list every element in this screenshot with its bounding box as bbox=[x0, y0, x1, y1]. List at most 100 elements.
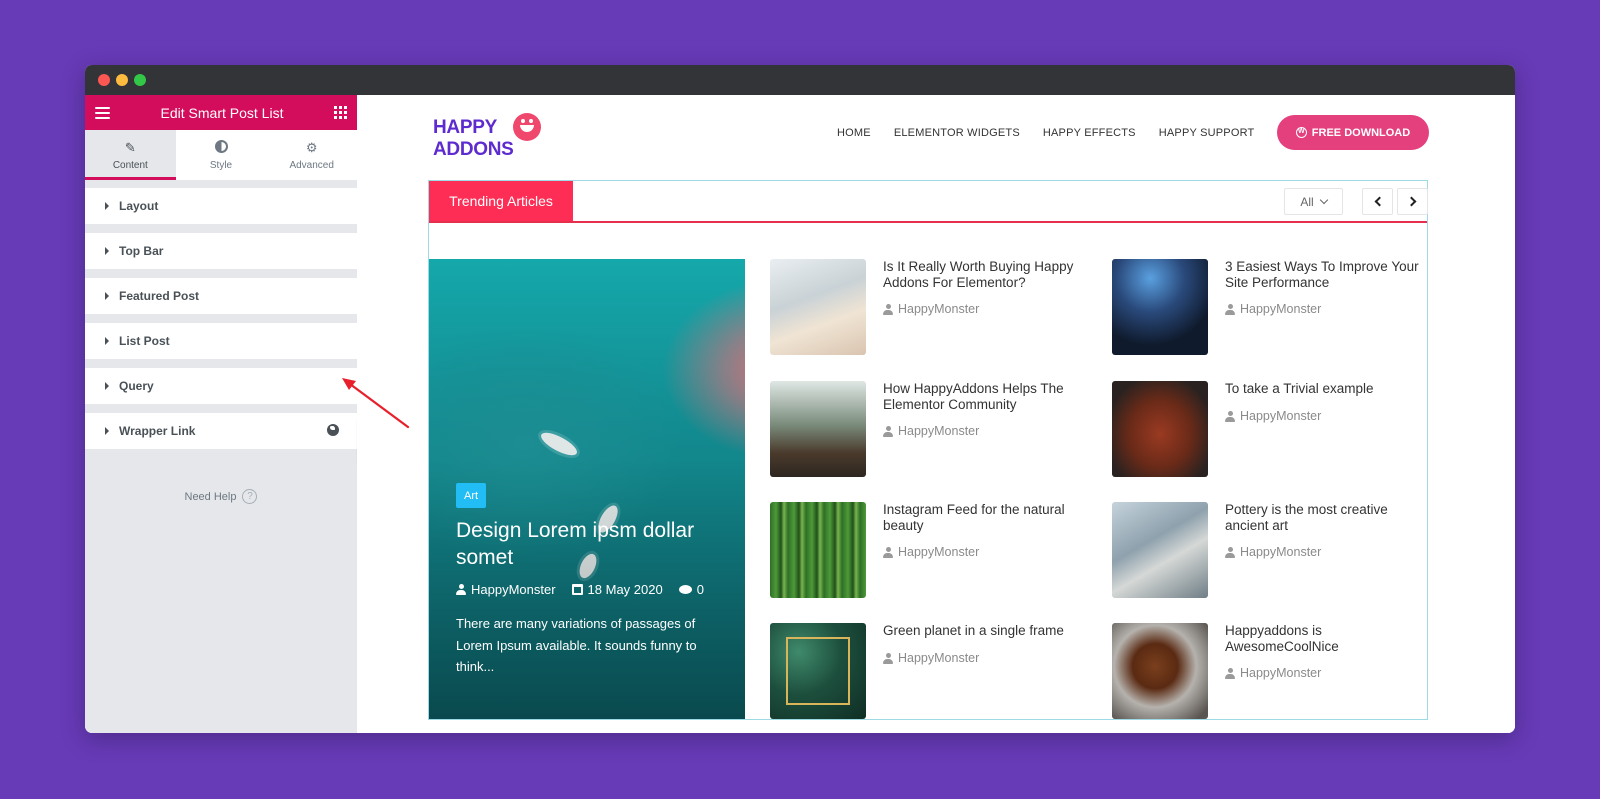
post-author[interactable]: HappyMonster bbox=[883, 545, 979, 559]
happy-addons-logo[interactable]: HAPPY ADDONS bbox=[433, 113, 545, 165]
section-label: Featured Post bbox=[119, 289, 200, 303]
tab-style-label: Style bbox=[209, 159, 233, 171]
caret-right-icon bbox=[105, 202, 109, 210]
section-query[interactable]: Query bbox=[85, 368, 357, 404]
smiley-logo-icon bbox=[513, 113, 541, 141]
post-thumbnail[interactable] bbox=[1112, 502, 1208, 598]
post-author[interactable]: HappyMonster bbox=[883, 651, 979, 665]
post-title[interactable]: Happyaddons is AwesomeCoolNice bbox=[1225, 623, 1430, 654]
gear-icon: ⚙ bbox=[305, 139, 318, 155]
widget-top-bar: Trending Articles All bbox=[429, 181, 1428, 223]
post-thumbnail[interactable] bbox=[1112, 623, 1208, 719]
caret-right-icon bbox=[105, 337, 109, 345]
user-icon bbox=[1225, 667, 1235, 679]
list-item[interactable]: 3 Easiest Ways To Improve Your Site Perf… bbox=[1112, 259, 1432, 355]
section-wrapper-link[interactable]: Wrapper Link bbox=[85, 413, 357, 449]
post-title[interactable]: 3 Easiest Ways To Improve Your Site Perf… bbox=[1225, 259, 1430, 290]
list-item[interactable]: Instagram Feed for the natural beauty Ha… bbox=[770, 502, 1090, 598]
tab-advanced[interactable]: ⚙ Advanced bbox=[266, 130, 357, 180]
section-label: Wrapper Link bbox=[119, 424, 196, 438]
previous-button[interactable] bbox=[1362, 188, 1393, 215]
user-icon bbox=[1225, 546, 1235, 558]
pro-badge-icon bbox=[327, 424, 339, 436]
tab-content[interactable]: ✎ Content bbox=[85, 130, 176, 180]
boat-image-detail bbox=[538, 428, 580, 460]
post-thumbnail[interactable] bbox=[770, 502, 866, 598]
post-author[interactable]: HappyMonster bbox=[883, 424, 979, 438]
featured-title[interactable]: Design Lorem ipsm dollar somet bbox=[456, 517, 726, 571]
section-featured-post[interactable]: Featured Post bbox=[85, 278, 357, 314]
nav-happy-effects[interactable]: HAPPY EFFECTS bbox=[1043, 127, 1136, 139]
comments-icon bbox=[678, 585, 692, 594]
section-label: Layout bbox=[119, 199, 159, 213]
panel-tabs: ✎ Content Style ⚙ Advanced bbox=[85, 130, 357, 180]
post-title[interactable]: How HappyAddons Helps The Elementor Comm… bbox=[883, 381, 1088, 412]
post-thumbnail[interactable] bbox=[1112, 381, 1208, 477]
post-author[interactable]: HappyMonster bbox=[1225, 302, 1321, 316]
post-title[interactable]: Is It Really Worth Buying Happy Addons F… bbox=[883, 259, 1088, 290]
post-thumbnail[interactable] bbox=[1112, 259, 1208, 355]
section-label: List Post bbox=[119, 334, 170, 348]
main-navigation: HOME ELEMENTOR WIDGETS HAPPY EFFECTS HAP… bbox=[837, 127, 1254, 139]
tab-content-label: Content bbox=[112, 159, 148, 171]
list-item[interactable]: Is It Really Worth Buying Happy Addons F… bbox=[770, 259, 1090, 355]
post-title[interactable]: Pottery is the most creative ancient art bbox=[1225, 502, 1430, 533]
free-download-label: FREE DOWNLOAD bbox=[1311, 126, 1411, 139]
list-item[interactable]: Happyaddons is AwesomeCoolNice HappyMons… bbox=[1112, 623, 1432, 719]
user-icon bbox=[1225, 410, 1235, 422]
user-icon bbox=[883, 652, 893, 664]
list-item[interactable]: Green planet in a single frame HappyMons… bbox=[770, 623, 1090, 719]
featured-author[interactable]: HappyMonster bbox=[456, 582, 556, 597]
list-item[interactable]: To take a Trivial example HappyMonster bbox=[1112, 381, 1432, 477]
free-download-button[interactable]: W FREE DOWNLOAD bbox=[1277, 115, 1429, 150]
list-item[interactable]: How HappyAddons Helps The Elementor Comm… bbox=[770, 381, 1090, 477]
post-title[interactable]: Green planet in a single frame bbox=[883, 623, 1088, 639]
caret-right-icon bbox=[105, 382, 109, 390]
hamburger-menu-icon[interactable] bbox=[95, 106, 110, 119]
widgets-grid-icon[interactable] bbox=[334, 106, 347, 119]
minimize-window-button[interactable] bbox=[116, 74, 128, 86]
featured-excerpt: There are many variations of passages of… bbox=[456, 616, 697, 674]
section-layout[interactable]: Layout bbox=[85, 188, 357, 224]
list-item[interactable]: Pottery is the most creative ancient art… bbox=[1112, 502, 1432, 598]
need-help-link[interactable]: Need Help ? bbox=[85, 489, 357, 504]
chevron-right-icon bbox=[1406, 196, 1416, 207]
maximize-window-button[interactable] bbox=[134, 74, 146, 86]
post-title[interactable]: Instagram Feed for the natural beauty bbox=[883, 502, 1088, 533]
next-button[interactable] bbox=[1397, 188, 1428, 215]
nav-elementor-widgets[interactable]: ELEMENTOR WIDGETS bbox=[894, 127, 1020, 139]
section-list-post[interactable]: List Post bbox=[85, 323, 357, 359]
user-icon bbox=[883, 425, 893, 437]
featured-post[interactable]: Art Design Lorem ipsm dollar somet Happy… bbox=[429, 259, 745, 719]
elementor-panel: Edit Smart Post List ✎ Content Style ⚙ A… bbox=[85, 95, 357, 733]
tab-style[interactable]: Style bbox=[176, 130, 267, 180]
nav-happy-support[interactable]: HAPPY SUPPORT bbox=[1159, 127, 1255, 139]
tab-advanced-label: Advanced bbox=[289, 159, 334, 171]
nav-home[interactable]: HOME bbox=[837, 127, 871, 139]
post-author[interactable]: HappyMonster bbox=[1225, 409, 1321, 423]
category-badge[interactable]: Art bbox=[456, 483, 487, 508]
featured-date: 18 May 2020 bbox=[571, 582, 663, 597]
trending-articles-tab[interactable]: Trending Articles bbox=[429, 181, 573, 221]
caret-right-icon bbox=[105, 292, 109, 300]
wordpress-icon: W bbox=[1295, 127, 1307, 138]
category-filter-select[interactable]: All bbox=[1284, 188, 1343, 215]
post-author[interactable]: HappyMonster bbox=[1225, 545, 1321, 559]
caret-right-icon bbox=[105, 247, 109, 255]
post-title[interactable]: To take a Trivial example bbox=[1225, 381, 1430, 397]
section-top-bar[interactable]: Top Bar bbox=[85, 233, 357, 269]
post-thumbnail[interactable] bbox=[770, 623, 866, 719]
featured-comments[interactable]: 0 bbox=[678, 582, 704, 597]
logo-text-line2: ADDONS bbox=[433, 139, 514, 160]
chevron-down-icon bbox=[1319, 195, 1328, 205]
post-author[interactable]: HappyMonster bbox=[1225, 666, 1321, 680]
post-thumbnail[interactable] bbox=[770, 381, 866, 477]
chevron-left-icon bbox=[1374, 196, 1384, 207]
smart-post-list-widget[interactable]: Trending Articles All Art Design Lorem i… bbox=[428, 180, 1428, 720]
post-author[interactable]: HappyMonster bbox=[883, 302, 979, 316]
user-icon bbox=[883, 546, 893, 558]
user-icon bbox=[1225, 303, 1235, 315]
post-thumbnail[interactable] bbox=[770, 259, 866, 355]
close-window-button[interactable] bbox=[98, 74, 110, 86]
need-help-label: Need Help bbox=[184, 490, 237, 503]
